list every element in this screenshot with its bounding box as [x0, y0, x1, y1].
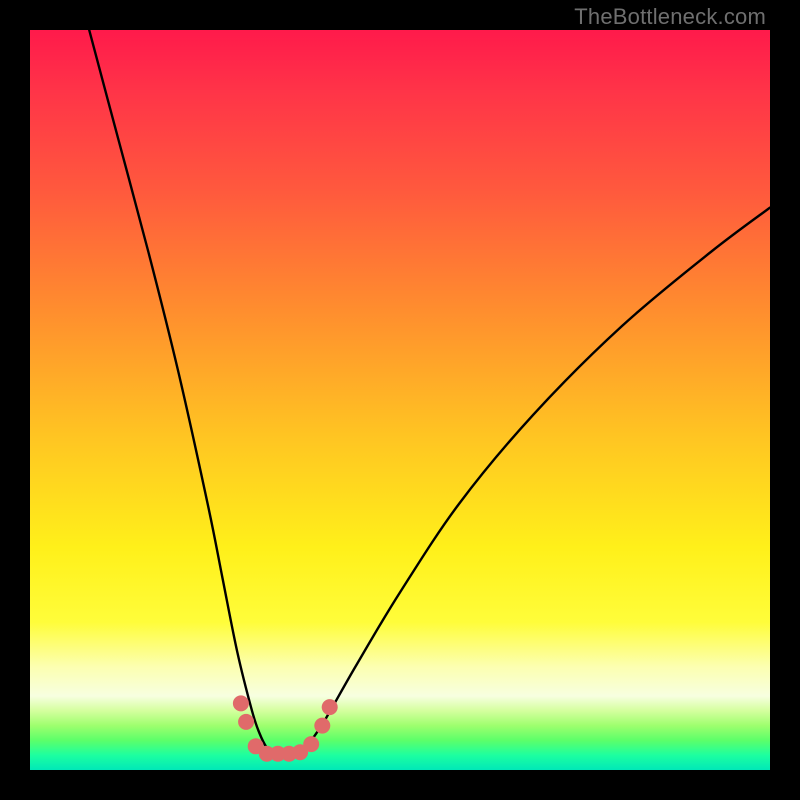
highlight-dots — [233, 695, 338, 761]
watermark-text: TheBottleneck.com — [574, 4, 766, 30]
curve-layer — [30, 30, 770, 770]
bottleneck-curve — [89, 30, 770, 756]
highlight-dot — [238, 714, 254, 730]
chart-frame: TheBottleneck.com — [0, 0, 800, 800]
highlight-dot — [233, 695, 249, 711]
highlight-dot — [322, 699, 338, 715]
plot-area — [30, 30, 770, 770]
highlight-dot — [314, 718, 330, 734]
highlight-dot — [303, 736, 319, 752]
